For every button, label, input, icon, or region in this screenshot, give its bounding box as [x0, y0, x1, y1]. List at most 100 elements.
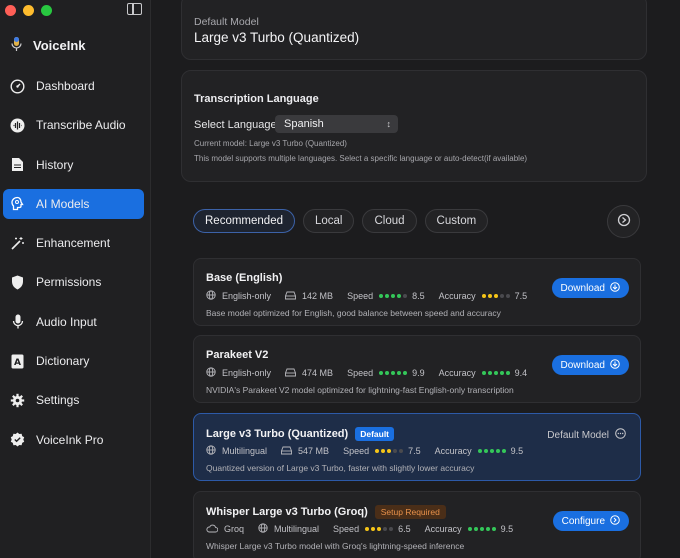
model-name-text: Large v3 Turbo (Quantized)	[206, 428, 349, 440]
sidebar-nav: Dashboard Transcribe Audio History AI Mo…	[3, 71, 144, 464]
speed-rating	[375, 449, 404, 453]
tab-local[interactable]: Local	[302, 209, 355, 233]
drive-icon	[281, 446, 292, 457]
minimize-window-button[interactable]	[23, 5, 34, 16]
default-badge: Default	[355, 427, 395, 441]
tab-custom[interactable]: Custom	[424, 209, 489, 233]
sidebar-item-settings[interactable]: Settings	[3, 385, 144, 415]
refresh-icon	[617, 213, 631, 230]
rating-dot	[399, 449, 404, 453]
download-button[interactable]: Download	[551, 278, 629, 298]
speed-value: 7.5	[408, 446, 421, 456]
language-note: This model supports multiple languages. …	[194, 154, 528, 163]
sidebar-item-label: Permissions	[36, 275, 102, 290]
app-name: VoiceInk	[33, 38, 86, 53]
svg-text:A: A	[14, 358, 21, 368]
rating-dot	[391, 371, 396, 375]
drive-icon	[285, 291, 296, 302]
model-language: Multilingual	[206, 445, 267, 457]
download-button[interactable]: Download	[551, 355, 629, 375]
model-language: Multilingual	[258, 523, 319, 535]
model-name: Base (English)	[206, 272, 282, 284]
default-model-status-text: Default Model	[547, 429, 609, 441]
sidebar-toggle-icon[interactable]	[127, 3, 142, 15]
model-size: 474 MB	[285, 368, 333, 379]
rating-dot	[393, 449, 398, 453]
language-select[interactable]: Spanish ↕	[275, 115, 398, 133]
zoom-window-button[interactable]	[41, 5, 52, 16]
download-button-label: Download	[560, 359, 605, 371]
tab-cloud[interactable]: Cloud	[362, 209, 417, 233]
model-name: Whisper Large v3 Turbo (Groq) Setup Requi…	[206, 505, 446, 519]
close-window-button[interactable]	[5, 5, 16, 16]
rating-dot	[495, 449, 500, 453]
accuracy-value: 9.5	[500, 524, 514, 534]
globe-icon	[206, 367, 216, 379]
download-icon	[610, 358, 620, 372]
rating-dot	[505, 294, 510, 298]
shield-icon	[10, 275, 25, 290]
more-options-icon[interactable]	[615, 428, 626, 442]
cloud-icon	[206, 524, 219, 535]
model-card-large-v3-turbo-quantized[interactable]: Large v3 Turbo (Quantized) Default Multil…	[193, 413, 641, 481]
main-content: Default Model Large v3 Turbo (Quantized)…	[152, 0, 680, 558]
sidebar-item-label: VoiceInk Pro	[36, 432, 104, 447]
rating-dot	[365, 527, 370, 531]
sidebar-item-dictionary[interactable]: A Dictionary	[3, 346, 144, 376]
accuracy-rating	[467, 527, 496, 531]
speed-label: Speed	[347, 368, 374, 378]
sidebar-item-label: Transcribe Audio	[36, 118, 126, 133]
setup-required-badge: Setup Required	[374, 505, 446, 519]
model-name: Parakeet V2	[206, 349, 268, 361]
model-description: Quantized version of Large v3 Turbo, fas…	[206, 463, 475, 473]
accuracy-label: Accuracy	[438, 291, 476, 301]
model-provider: Groq	[206, 524, 244, 535]
refresh-button[interactable]	[607, 205, 640, 238]
app-brand: VoiceInk	[10, 36, 86, 55]
rating-dot	[403, 294, 408, 298]
accuracy-value: 7.5	[514, 291, 528, 301]
transcription-language-title: Transcription Language	[194, 93, 319, 105]
sidebar-item-permissions[interactable]: Permissions	[3, 267, 144, 297]
rating-dot	[397, 371, 402, 375]
tab-recommended[interactable]: Recommended	[193, 209, 295, 233]
model-language: English-only	[206, 367, 271, 379]
accuracy-value: 9.5	[510, 446, 524, 456]
model-filter-tabs: Recommended Local Cloud Custom	[193, 209, 489, 233]
configure-icon	[610, 514, 620, 528]
sidebar-item-dashboard[interactable]: Dashboard	[3, 71, 144, 101]
model-description: Whisper Large v3 Turbo model with Groq's…	[206, 541, 465, 551]
sidebar-item-history[interactable]: History	[3, 150, 144, 180]
sidebar-item-transcribe-audio[interactable]: Transcribe Audio	[3, 110, 144, 140]
sidebar-item-audio-input[interactable]: Audio Input	[3, 307, 144, 337]
rating-dot	[377, 527, 382, 531]
model-meta: Multilingual 547 MB Speed 7.5 Accuracy 9.5	[206, 445, 523, 457]
model-card-whisper-large-v3-turbo-groq: Whisper Large v3 Turbo (Groq) Setup Requi…	[193, 491, 641, 558]
rating-dot	[381, 449, 386, 453]
sidebar-item-voiceink-pro[interactable]: VoiceInk Pro	[3, 425, 144, 455]
globe-icon	[258, 523, 268, 535]
sidebar-item-label: Audio Input	[36, 314, 97, 329]
model-size-text: 142 MB	[302, 291, 334, 301]
rating-dot	[487, 371, 492, 375]
rating-dot	[501, 449, 506, 453]
accuracy-rating	[481, 371, 510, 375]
rating-dot	[505, 371, 510, 375]
default-model-status: Default Model	[547, 428, 626, 442]
document-icon	[10, 157, 25, 172]
chevron-up-down-icon: ↕	[386, 119, 392, 129]
model-language-text: Multilingual	[274, 524, 320, 534]
rating-dot	[383, 527, 388, 531]
globe-icon	[206, 445, 216, 457]
select-language-label: Select Language	[194, 119, 277, 131]
gear-icon	[10, 393, 25, 408]
model-name-text: Parakeet V2	[206, 349, 269, 361]
accuracy-value: 9.4	[514, 368, 528, 378]
sidebar-item-enhancement[interactable]: Enhancement	[3, 228, 144, 258]
brain-icon	[10, 196, 25, 211]
sidebar-item-ai-models[interactable]: AI Models	[3, 188, 144, 219]
language-select-value: Spanish	[284, 118, 324, 130]
rating-dot	[397, 294, 402, 298]
sidebar-item-label: Dictionary	[36, 354, 90, 369]
configure-button[interactable]: Configure	[552, 511, 629, 531]
